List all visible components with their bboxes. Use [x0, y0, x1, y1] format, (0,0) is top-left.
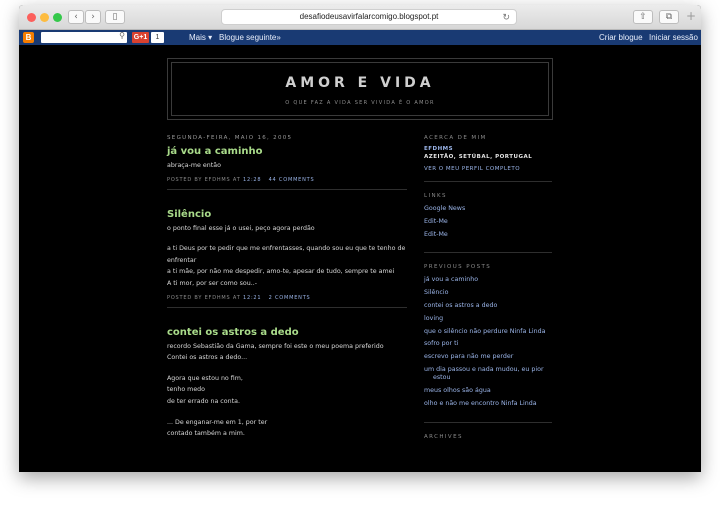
- previous-post-link[interactable]: que o silêncio não perdure Ninfa Linda: [424, 328, 552, 337]
- plus-icon: +: [685, 9, 697, 23]
- date-header: SEGUNDA-FEIRA, MAIO 16, 2005: [167, 135, 293, 141]
- post-line: A ti mor, por ser como sou..-: [167, 279, 257, 287]
- post-title[interactable]: contei os astros a dedo: [167, 327, 407, 338]
- links-section: LINKS Google News Edit-Me Edit-Me: [424, 193, 552, 254]
- post-author: POSTED BY EFDHMS AT: [167, 294, 241, 301]
- new-tab-button[interactable]: +: [683, 10, 699, 24]
- previous-post-link[interactable]: loving: [424, 315, 552, 324]
- sidebar: ACERCA DE MIM EFDHMS AZEITÃO, SETÚBAL, P…: [424, 135, 552, 440]
- comments-link[interactable]: 44 COMMENTS: [269, 177, 315, 183]
- minimize-window-button[interactable]: [40, 13, 49, 22]
- post-line: o ponto final esse já o usei, peço agora…: [167, 224, 315, 232]
- next-blog-link[interactable]: Blogue seguinte»: [219, 32, 281, 43]
- post-footer: POSTED BY EFDHMS AT 12:21 2 COMMENTS: [167, 295, 407, 308]
- post-title[interactable]: já vou a caminho: [167, 146, 407, 157]
- profile-name-link[interactable]: EFDHMS: [424, 146, 552, 152]
- close-window-button[interactable]: [27, 13, 36, 22]
- post: Silêncio o ponto final esse já o usei, p…: [167, 209, 407, 308]
- archives-heading: ARCHIVES: [424, 433, 463, 440]
- blogger-logo[interactable]: B: [23, 32, 34, 43]
- post-line: a ti mãe, por não me despedir, amo-te, a…: [167, 268, 395, 276]
- forward-button[interactable]: ›: [85, 10, 101, 24]
- blog-title[interactable]: AMOR E VIDA: [172, 75, 548, 91]
- about-heading: ACERCA DE MIM: [424, 135, 487, 141]
- main-column: SEGUNDA-FEIRA, MAIO 16, 2005 já vou a ca…: [167, 135, 407, 459]
- navbar-search-input[interactable]: ⚲: [41, 31, 127, 43]
- comments-link[interactable]: 2 COMMENTS: [269, 295, 311, 301]
- chevron-right-icon: ›: [91, 12, 95, 22]
- more-menu[interactable]: Mais ▾: [189, 32, 212, 43]
- links-heading: LINKS: [424, 193, 447, 199]
- links-list: Google News Edit-Me Edit-Me: [424, 205, 552, 239]
- previous-posts-section: PREVIOUS POSTS já vou a caminho Silêncio…: [424, 264, 552, 423]
- previous-post-link[interactable]: já vou a caminho: [424, 276, 552, 285]
- post-line: Contei os astros a dedo...: [167, 354, 248, 362]
- post-time-link[interactable]: 12:21: [243, 295, 261, 301]
- post-line: contado também a mim.: [167, 430, 245, 438]
- reload-icon[interactable]: ↻: [502, 10, 510, 24]
- post-line: Agora que estou no fim,: [167, 374, 243, 382]
- previous-posts-heading: PREVIOUS POSTS: [424, 264, 492, 271]
- post: já vou a caminho abraça-me então POSTED …: [167, 146, 407, 190]
- post-body: o ponto final esse já o usei, peço agora…: [167, 223, 407, 290]
- browser-toolbar: ‹ › ▯ desafiodeusavirfalarcomigo.blogspo…: [19, 5, 701, 30]
- previous-posts-list: já vou a caminho Silêncio contei os astr…: [424, 276, 552, 408]
- gplus-button[interactable]: G+1: [132, 32, 149, 43]
- chevron-left-icon: ‹: [74, 12, 78, 22]
- post-body: abraça-me então: [167, 160, 407, 172]
- maximize-window-button[interactable]: [53, 13, 62, 22]
- profile-location: AZEITÃO, SETÚBAL, PORTUGAL: [424, 154, 533, 160]
- previous-post-link[interactable]: escrevo para não me perder: [424, 353, 552, 362]
- previous-post-link[interactable]: sofro por ti: [424, 340, 552, 349]
- previous-post-link[interactable]: um dia passou e nada mudou, eu pior esto…: [424, 366, 552, 383]
- browser-window: ‹ › ▯ desafiodeusavirfalarcomigo.blogspo…: [19, 5, 701, 472]
- previous-post-link[interactable]: Silêncio: [424, 289, 552, 298]
- post-body: recordo Sebastião da Gama, sempre foi es…: [167, 341, 407, 440]
- tabs-button[interactable]: ⧉: [659, 10, 679, 24]
- previous-post-link[interactable]: contei os astros a dedo: [424, 302, 552, 311]
- share-icon: ⇧: [639, 12, 647, 22]
- sidebar-icon: ▯: [112, 12, 118, 22]
- previous-post-link[interactable]: olho e não me encontro Ninfa Linda: [424, 400, 552, 409]
- blogger-navbar: B ⚲ G+1 1 Mais ▾ Blogue seguinte» Criar …: [19, 30, 701, 45]
- about-section: ACERCA DE MIM EFDHMS AZEITÃO, SETÚBAL, P…: [424, 135, 552, 182]
- sidebar-toggle-button[interactable]: ▯: [105, 10, 125, 24]
- blog-header: AMOR E VIDA O QUE FAZ A VIDA SER VIVIDA …: [167, 58, 553, 120]
- post-line: recordo Sebastião da Gama, sempre foi es…: [167, 342, 384, 350]
- back-button[interactable]: ‹: [68, 10, 84, 24]
- post-footer: POSTED BY EFDHMS AT 12:28 44 COMMENTS: [167, 177, 407, 190]
- sidebar-link[interactable]: Google News: [424, 205, 552, 214]
- blog-description: O QUE FAZ A VIDA SER VIVIDA É O AMOR: [285, 100, 435, 106]
- post-line: de ter errado na conta.: [167, 397, 240, 405]
- search-icon[interactable]: ⚲: [119, 31, 125, 40]
- post-line: a ti Deus por te pedir que me enfrentass…: [167, 245, 406, 264]
- post-title[interactable]: Silêncio: [167, 209, 407, 220]
- full-profile-link[interactable]: VER O MEU PERFIL COMPLETO: [424, 166, 552, 172]
- url-text: desafiodeusavirfalarcomigo.blogspot.pt: [299, 12, 439, 21]
- blog-page: AMOR E VIDA O QUE FAZ A VIDA SER VIVIDA …: [19, 45, 701, 472]
- post-time-link[interactable]: 12:28: [243, 177, 261, 183]
- post-line: abraça-me então: [167, 162, 221, 169]
- sidebar-link[interactable]: Edit-Me: [424, 231, 552, 240]
- address-bar[interactable]: desafiodeusavirfalarcomigo.blogspot.pt ↻: [221, 9, 517, 25]
- post-line: ... De enganar-me em 1, por ter: [167, 418, 268, 426]
- tabs-icon: ⧉: [665, 12, 673, 22]
- sign-in-link[interactable]: Iniciar sessão: [649, 32, 698, 43]
- sidebar-link[interactable]: Edit-Me: [424, 218, 552, 227]
- previous-post-link[interactable]: meus olhos são água: [424, 387, 552, 396]
- share-button[interactable]: ⇧: [633, 10, 653, 24]
- gplus-count: 1: [151, 32, 164, 43]
- post-line: tenho medo: [167, 386, 206, 394]
- create-blog-link[interactable]: Criar blogue: [599, 32, 643, 43]
- post: contei os astros a dedo recordo Sebastiã…: [167, 327, 407, 440]
- post-author: POSTED BY EFDHMS AT: [167, 176, 241, 183]
